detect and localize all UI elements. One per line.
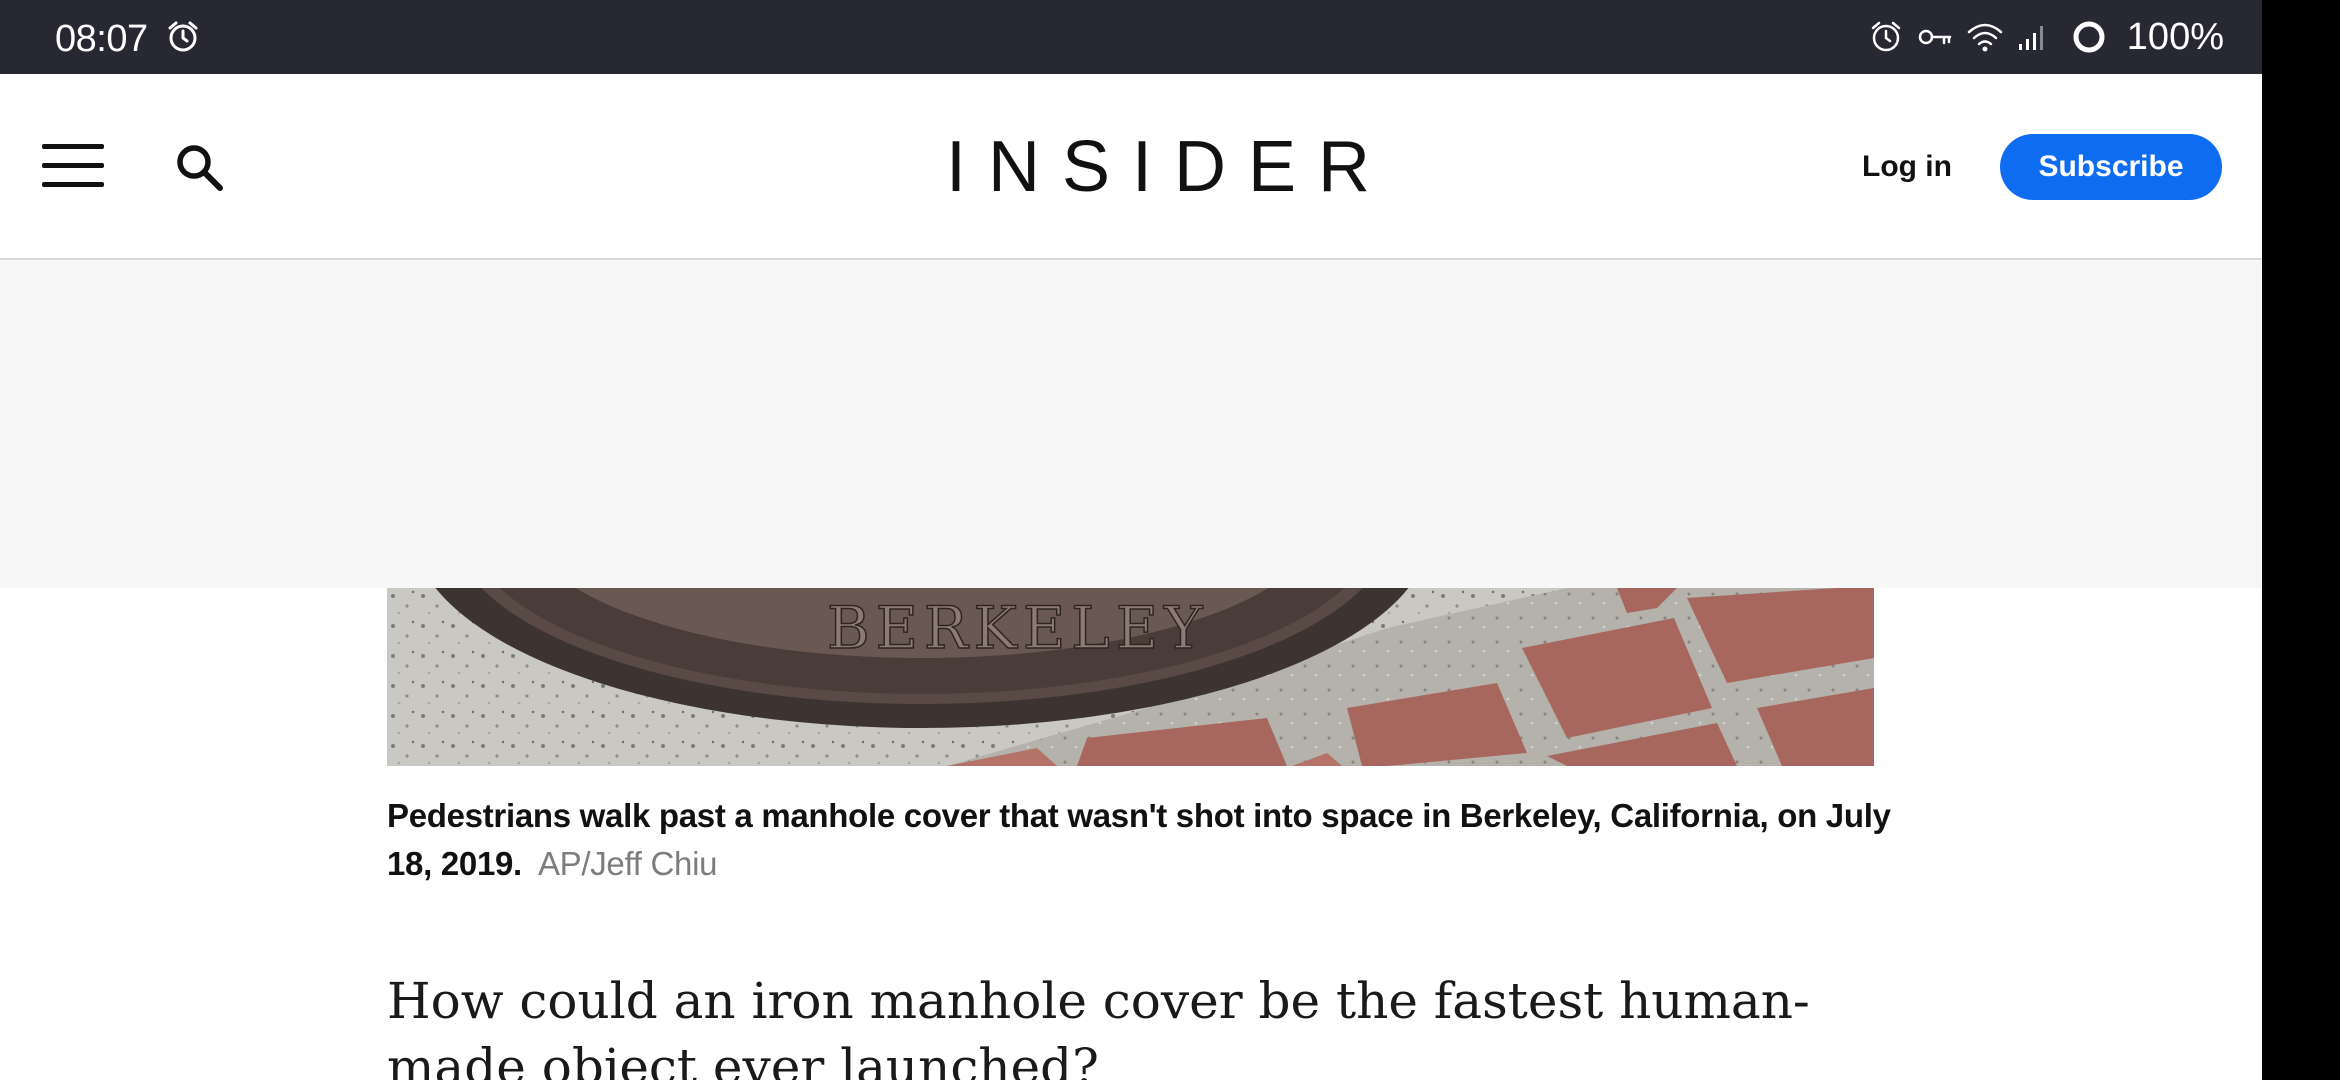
site-header: INSIDER Log in Subscribe xyxy=(0,74,2262,260)
alarm-icon xyxy=(168,21,198,52)
manhole-lettering: BERKELEY xyxy=(827,594,1208,662)
insider-logo[interactable]: INSIDER xyxy=(946,124,1370,210)
login-link[interactable]: Log in xyxy=(1862,136,1952,198)
battery-percentage: 100% xyxy=(2126,16,2224,58)
search-icon[interactable] xyxy=(174,142,226,194)
alarm-icon xyxy=(1871,21,1901,52)
status-icons: 100% xyxy=(1869,0,2224,74)
article-photo: BERKELEY xyxy=(387,588,1874,766)
manhole-cover-image: BERKELEY xyxy=(387,588,1874,766)
status-time: 08:07 xyxy=(55,18,148,60)
article-body-paragraph: How could an iron manhole cover be the f… xyxy=(387,972,1810,1080)
battery-ring-icon xyxy=(2073,21,2105,53)
ad-placeholder xyxy=(0,260,2262,588)
image-caption: Pedestrians walk past a manhole cover th… xyxy=(387,792,1897,888)
wifi-icon xyxy=(1967,23,2003,52)
subscribe-button[interactable]: Subscribe xyxy=(2000,134,2222,200)
hamburger-menu-icon[interactable] xyxy=(42,144,104,190)
signal-icon xyxy=(2018,26,2043,50)
vpn-key-icon xyxy=(1918,29,1952,45)
status-bar: 08:07 100% xyxy=(0,0,2262,74)
photo-credit: AP/Jeff Chiu xyxy=(537,845,718,882)
app-screen: 08:07 100% INSIDER Log in Subscribe BERK… xyxy=(0,0,2262,1080)
